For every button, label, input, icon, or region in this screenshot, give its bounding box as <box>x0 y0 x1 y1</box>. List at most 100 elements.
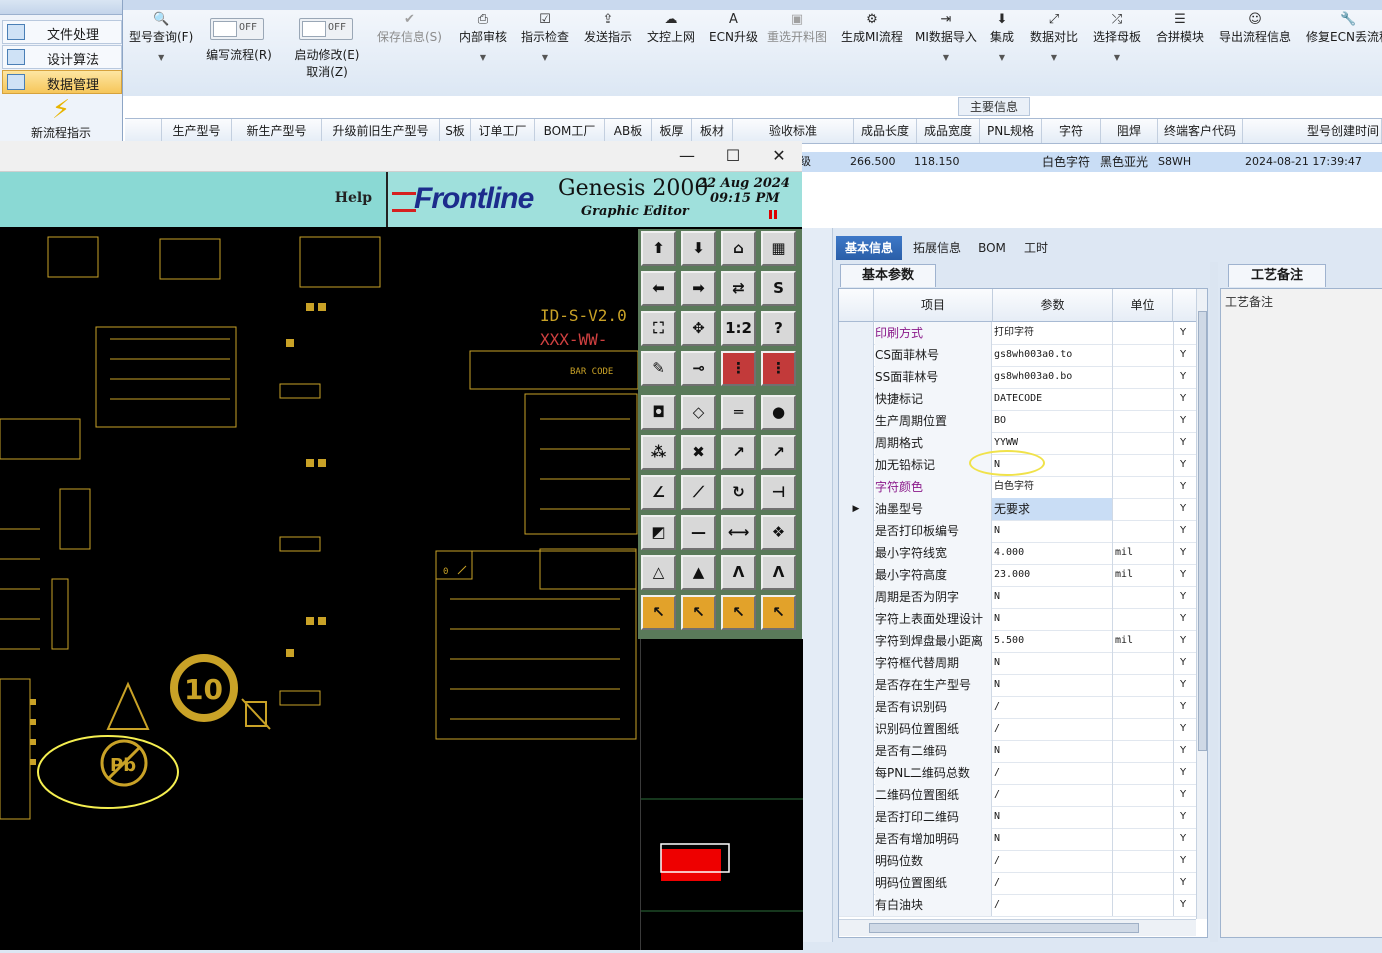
model-query-button[interactable]: 🔍 型号查询(F) ▼ <box>129 12 193 62</box>
table-row[interactable]: 字符颜色 白色字符 Y <box>839 476 1207 499</box>
pointer-alt-icon[interactable]: ↖ <box>681 595 716 630</box>
swap-icon[interactable]: ⇄ <box>721 271 756 306</box>
help-menu[interactable]: Help <box>0 172 388 227</box>
table-row[interactable]: ▶ 油墨型号 无要求 Y <box>839 498 1207 521</box>
column-header[interactable]: 板厚 <box>652 119 692 143</box>
tool-down-icon[interactable]: ⬇ <box>681 231 716 266</box>
close-button[interactable]: ✕ <box>764 145 794 167</box>
window-titlebar[interactable]: — ☐ ✕ <box>0 141 802 172</box>
new-flow-indicator[interactable]: ⚡ 新流程指示 <box>2 96 120 142</box>
table-row[interactable]: SS面菲林号 gs8wh003a0.bo Y <box>839 366 1207 389</box>
tool-up-icon[interactable]: ⬆ <box>641 231 676 266</box>
params-horizontal-scrollbar[interactable] <box>839 919 1196 936</box>
param-value[interactable]: N <box>992 652 1113 674</box>
mi-data-import-button[interactable]: ⇥ MI数据导入 ▼ <box>915 12 977 62</box>
table-row[interactable]: 快捷标记 DATECODE Y <box>839 388 1207 411</box>
table-row[interactable]: CS面菲林号 gs8wh003a0.to Y <box>839 344 1207 367</box>
table-row[interactable]: 周期格式 YYWW Y <box>839 432 1207 455</box>
tab-process-notes[interactable]: 工艺备注 <box>1228 264 1326 287</box>
table-row[interactable]: 周期是否为阴字 N Y <box>839 586 1207 609</box>
param-value[interactable]: / <box>992 894 1113 916</box>
integrate-button[interactable]: ⬇ 集成 ▼ <box>990 12 1014 62</box>
table-row[interactable]: 每PNL二维码总数 / Y <box>839 762 1207 785</box>
column-header[interactable]: AB板 <box>605 119 652 143</box>
param-value[interactable]: N <box>992 828 1113 850</box>
zoom-center-icon[interactable]: ✥ <box>681 311 716 346</box>
angle-icon[interactable]: ∠ <box>641 475 676 510</box>
minimap[interactable] <box>640 639 803 950</box>
arch-icon[interactable]: Λ <box>721 555 756 590</box>
column-header-unit[interactable]: 单位 <box>1113 289 1173 322</box>
table-row[interactable]: 是否有识别码 / Y <box>839 696 1207 719</box>
param-value[interactable]: 无要求 <box>992 498 1113 520</box>
table-row[interactable]: 明码位置图纸 / Y <box>839 872 1207 895</box>
column-header[interactable]: 字符 <box>1042 119 1101 143</box>
column-header[interactable]: 生产型号 <box>162 119 232 143</box>
ecn-upgrade-button[interactable]: A ECN升级 <box>709 12 758 45</box>
tab-extended-info[interactable]: 拓展信息 <box>906 236 968 260</box>
pointer-icon[interactable]: ↖ <box>641 595 676 630</box>
ruler-icon[interactable]: ═ <box>721 395 756 430</box>
panel-splitter[interactable] <box>1210 262 1218 942</box>
traffic-light-icon[interactable]: ⋮ <box>721 351 756 386</box>
rect-select-icon[interactable]: ◇ <box>681 395 716 430</box>
param-value[interactable]: N <box>992 608 1113 630</box>
param-value[interactable]: gs8wh003a0.bo <box>992 366 1113 388</box>
arch-alt-icon[interactable]: Λ <box>761 555 796 590</box>
param-value[interactable]: / <box>992 762 1113 784</box>
param-value[interactable]: BO <box>992 410 1113 432</box>
connect-icon[interactable]: ↗ <box>721 435 756 470</box>
net-icon[interactable]: ⁂ <box>641 435 676 470</box>
pointer-box-icon[interactable]: ↖ <box>721 595 756 630</box>
outer-scrollbar[interactable] <box>802 228 833 943</box>
nav-item-file-processing[interactable]: 文件处理 <box>2 20 122 44</box>
param-value[interactable]: 4.000 <box>992 542 1113 564</box>
column-header-item[interactable]: 项目 <box>874 289 993 322</box>
param-value[interactable]: 打印字符 <box>992 322 1113 344</box>
nav-item-data-management[interactable]: 数据管理 <box>2 70 122 94</box>
param-value[interactable]: N <box>992 806 1113 828</box>
table-row[interactable]: 印刷方式 打印字符 Y <box>839 322 1207 345</box>
param-value[interactable]: N <box>992 520 1113 542</box>
column-header[interactable]: 订单工厂 <box>471 119 535 143</box>
table-row[interactable]: 是否有二维码 N Y <box>839 740 1207 763</box>
param-value[interactable]: / <box>992 850 1113 872</box>
pad-select-icon[interactable]: ◘ <box>641 395 676 430</box>
scrollbar-thumb[interactable] <box>869 923 1139 933</box>
internal-review-button[interactable]: ⎙ 内部审核 ▼ <box>459 12 507 62</box>
param-value[interactable]: 5.500 <box>992 630 1113 652</box>
cluster-icon[interactable]: ❖ <box>761 515 796 550</box>
doc-control-online-button[interactable]: ☁ 文控上网 <box>647 12 695 45</box>
pause-icon[interactable] <box>769 210 777 219</box>
table-row[interactable]: 最小字符高度 23.000 mil Y <box>839 564 1207 587</box>
param-value[interactable]: N <box>992 674 1113 696</box>
table-row[interactable]: 是否存在生产型号 N Y <box>839 674 1207 697</box>
param-value[interactable]: / <box>992 696 1113 718</box>
export-flow-info-button[interactable]: ☺ 导出流程信息 <box>1219 12 1291 45</box>
connect-alt-icon[interactable]: ↗ <box>761 435 796 470</box>
line-icon[interactable]: — <box>681 515 716 550</box>
param-value[interactable]: N <box>992 454 1113 476</box>
column-header[interactable]: 阻焊 <box>1101 119 1158 143</box>
column-header[interactable]: 型号创建时间 <box>1243 119 1382 143</box>
param-value[interactable]: / <box>992 718 1113 740</box>
tool-right-icon[interactable]: ➡ <box>681 271 716 306</box>
data-compare-button[interactable]: ⤢ 数据对比 ▼ <box>1030 12 1078 62</box>
merge-module-button[interactable]: ☰ 合拼模块 <box>1156 12 1204 45</box>
instruction-check-button[interactable]: ☑ 指示检查 ▼ <box>521 12 569 62</box>
tool-left-icon[interactable]: ⬅ <box>641 271 676 306</box>
fit-screen-icon[interactable]: ⛶ <box>641 311 676 346</box>
select-mother-board-button[interactable]: ⤮ 选择母板 ▼ <box>1093 12 1141 62</box>
maximize-button[interactable]: ☐ <box>718 145 748 167</box>
traffic-light-alt-icon[interactable]: ⋮ <box>761 351 796 386</box>
table-row[interactable]: 有白油块 / Y <box>839 894 1207 917</box>
table-row[interactable]: 二维码位置图纸 / Y <box>839 784 1207 807</box>
triangle-alt-icon[interactable]: ▲ <box>681 555 716 590</box>
minimize-button[interactable]: — <box>672 145 702 167</box>
cross-icon[interactable]: ✖ <box>681 435 716 470</box>
param-value[interactable]: YYWW <box>992 432 1113 454</box>
repair-ecn-flow-button[interactable]: 🔧 修复ECN丢流程 <box>1306 12 1382 45</box>
param-value[interactable]: DATECODE <box>992 388 1113 410</box>
line-draw-icon[interactable]: ⟋ <box>681 475 716 510</box>
table-row[interactable]: 生产周期位置 BO Y <box>839 410 1207 433</box>
